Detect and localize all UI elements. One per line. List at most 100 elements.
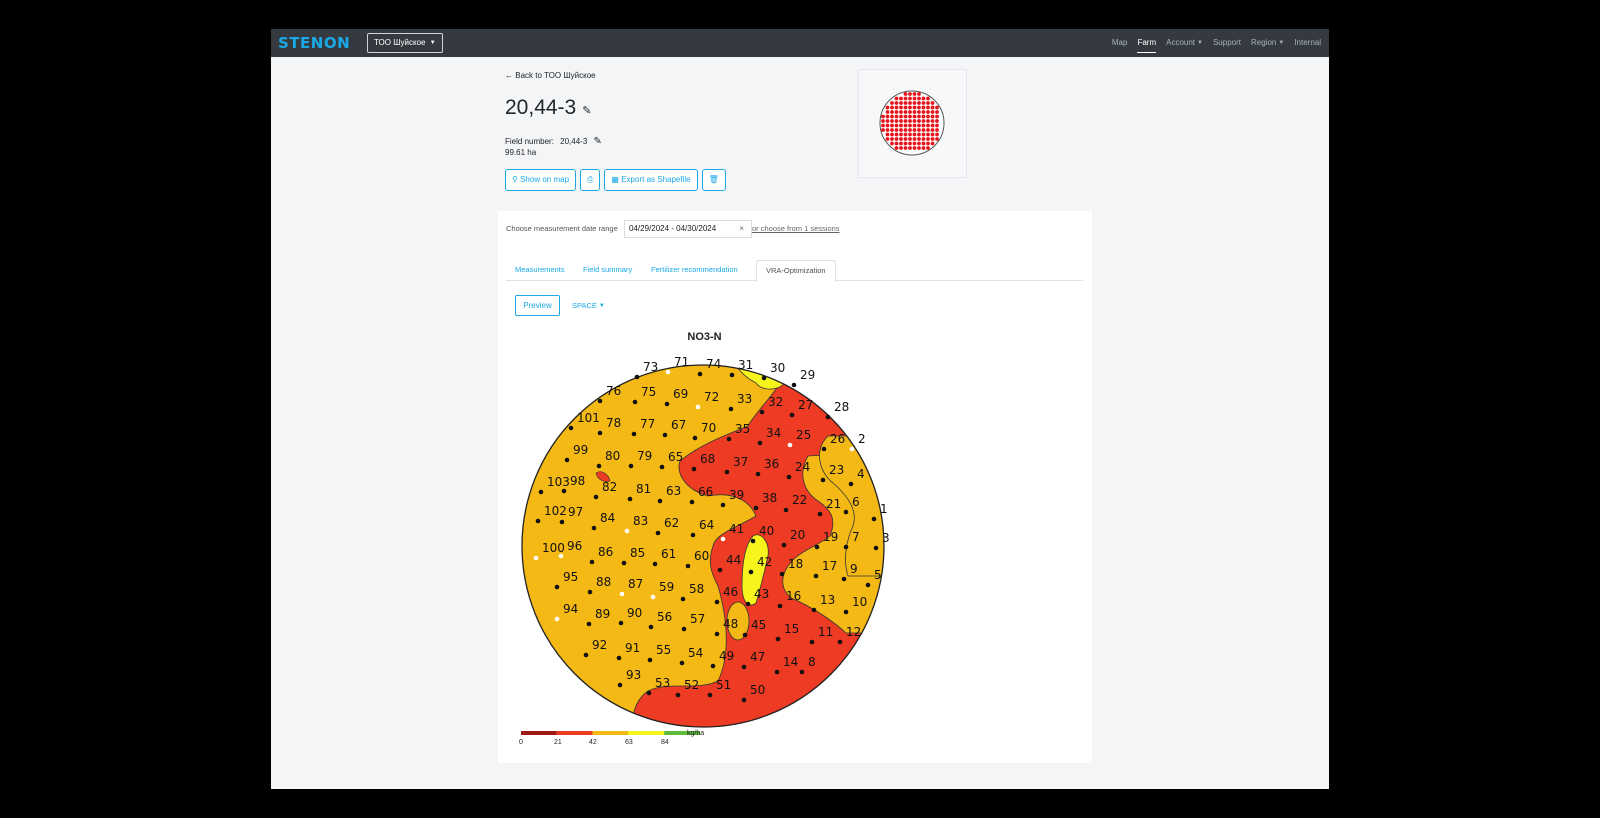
nav-account[interactable]: Account ▼: [1166, 29, 1203, 57]
sample-point-marker: [697, 371, 703, 377]
sample-point-label: 46: [723, 585, 738, 599]
thumbnail-dot: [894, 119, 899, 123]
sample-point-label: 64: [699, 518, 714, 532]
sample-point-label: 103: [547, 475, 570, 489]
print-button[interactable]: ⎙: [580, 169, 601, 191]
thumbnail-dot: [908, 110, 912, 114]
sample-point-label: 26: [830, 432, 845, 446]
thumbnail-dot: [935, 123, 939, 128]
sample-point-label: 37: [733, 455, 748, 469]
thumbnail-dot: [903, 101, 908, 105]
sample-point-label: 71: [674, 355, 689, 369]
thumbnail-dot: [917, 141, 921, 146]
sample-point-marker: [695, 404, 701, 410]
sample-point-label: 101: [577, 411, 600, 425]
thumbnail-dot: [908, 92, 912, 96]
sample-point-marker: [843, 509, 849, 515]
sample-point-label: 85: [630, 546, 645, 560]
sample-point-marker: [741, 697, 747, 703]
thumbnail-dot: [903, 141, 908, 146]
delete-button[interactable]: 🗑: [701, 169, 726, 191]
sample-point-marker: [589, 559, 595, 565]
sample-point-marker: [799, 669, 805, 675]
edit-icon[interactable]: ✎: [582, 105, 591, 117]
thumbnail-dot: [894, 110, 899, 114]
farm-select[interactable]: ТОО Шуйское ▼: [367, 33, 443, 53]
thumbnail-dot: [894, 105, 899, 110]
sample-point-label: 78: [606, 416, 621, 430]
thumbnail-dot: [885, 128, 890, 132]
sample-point-marker: [593, 494, 599, 500]
sample-point-label: 51: [716, 678, 731, 692]
sample-point-marker: [865, 582, 871, 588]
sample-point-marker: [554, 616, 560, 622]
nav-support[interactable]: Support: [1213, 29, 1241, 57]
sample-point-marker: [554, 584, 560, 590]
sample-point-marker: [825, 414, 831, 420]
sample-point-label: 58: [689, 582, 704, 596]
sample-point-label: 31: [738, 358, 753, 372]
sample-point-marker: [811, 607, 817, 613]
sample-point-marker: [665, 369, 671, 375]
brand-logo[interactable]: STENON: [278, 34, 350, 52]
thumbnail-dot: [926, 119, 930, 123]
sample-point-label: 16: [786, 589, 801, 603]
legend-tick: 42: [589, 739, 597, 746]
thumbnail-dot: [894, 114, 899, 119]
export-shapefile-button[interactable]: ▦ Export as Shapefile: [604, 169, 698, 191]
thumbnail-dot: [894, 132, 899, 137]
sample-point-label: 7: [852, 530, 860, 544]
sample-point-label: 4: [857, 467, 865, 481]
thumbnail-dot: [890, 141, 894, 146]
sample-point-marker: [779, 571, 785, 577]
thumbnail-dot: [899, 119, 903, 123]
nav-map[interactable]: Map: [1112, 29, 1128, 57]
sample-point-marker: [533, 555, 539, 561]
map-marker-icon: ⚲: [512, 175, 518, 184]
thumbnail-dot: [899, 96, 903, 101]
sample-point-label: 73: [643, 360, 658, 374]
thumbnail-dot: [926, 96, 930, 101]
field-area: 99.61 ha: [505, 148, 537, 157]
sample-point-marker: [617, 682, 623, 688]
thumbnail-dot: [899, 114, 903, 119]
sample-point-label: 38: [762, 491, 777, 505]
sample-point-marker: [813, 573, 819, 579]
edit-icon[interactable]: ✎: [594, 136, 602, 147]
sample-point-label: 49: [719, 649, 734, 663]
nav-farm[interactable]: Farm: [1137, 34, 1157, 53]
thumbnail-dot: [908, 123, 912, 128]
thumbnail-dot: [894, 128, 899, 132]
sample-point-label: 3: [882, 531, 890, 545]
sample-point-marker: [789, 412, 795, 418]
thumbnail-dot: [903, 105, 908, 110]
thumbnail-dot: [926, 123, 930, 128]
thumbnail-dot: [908, 128, 912, 132]
show-on-map-button[interactable]: ⚲ Show on map: [505, 169, 577, 191]
sample-point-label: 36: [764, 457, 779, 471]
sample-point-label: 47: [750, 650, 765, 664]
thumbnail-dot: [917, 101, 921, 105]
thumbnail-dot: [917, 114, 921, 119]
farm-select-label: ТОО Шуйское: [374, 38, 426, 47]
sample-point-label: 76: [606, 384, 621, 398]
nav-internal[interactable]: Internal: [1294, 29, 1321, 57]
sample-point-label: 80: [605, 449, 620, 463]
sample-point-marker: [664, 401, 670, 407]
sample-point-marker: [783, 507, 789, 513]
sample-point-label: 41: [729, 522, 744, 536]
thumbnail-dot: [881, 128, 885, 132]
thumbnail-dot: [917, 96, 921, 101]
thumbnail-dot: [908, 132, 912, 137]
sample-point-label: 45: [751, 618, 766, 632]
sample-point-label: 34: [766, 426, 781, 440]
back-link[interactable]: ← Back to ТОО Шуйское: [505, 71, 596, 80]
thumbnail-dot: [930, 114, 935, 119]
thumbnail-dot: [885, 114, 890, 119]
thumbnail-dot: [921, 110, 926, 114]
thumbnail-dot: [890, 132, 894, 137]
nav-region[interactable]: Region ▼: [1251, 29, 1284, 57]
sample-point-label: 90: [627, 606, 642, 620]
sample-point-marker: [647, 657, 653, 663]
thumbnail-dot: [912, 128, 917, 132]
